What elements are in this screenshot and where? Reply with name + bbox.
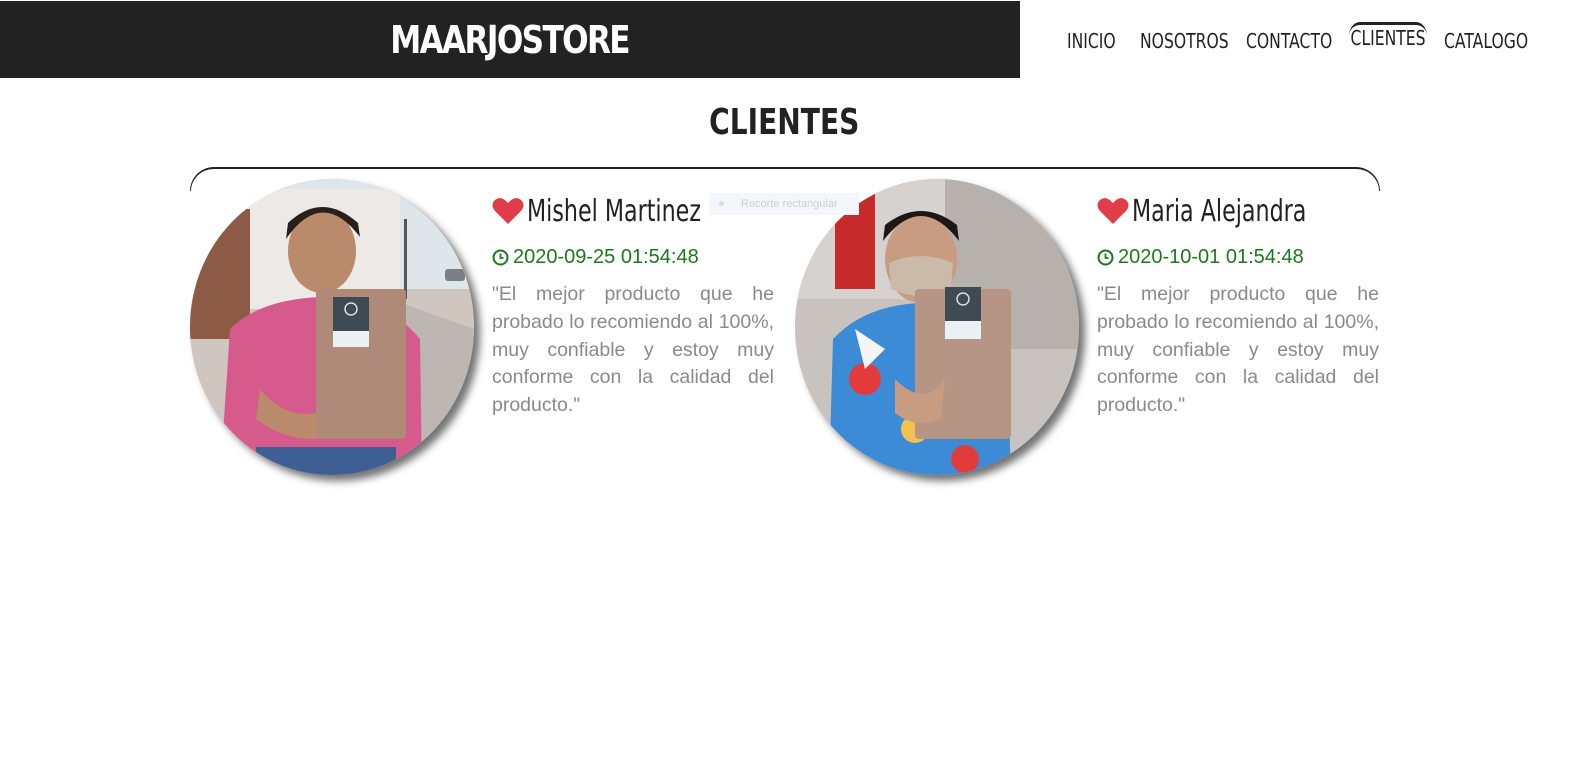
date-row: 2020-10-01 01:54:48 <box>1097 245 1379 269</box>
page-title: CLIENTES <box>0 102 1568 143</box>
review-quote: "El mejor producto que he probado lo rec… <box>492 283 774 417</box>
testimonial-info: Mishel Martinez 2020-09-25 01:54:48 "El … <box>492 179 774 420</box>
heart-icon <box>1097 198 1129 224</box>
nav-item-clientes[interactable]: CLIENTES <box>1349 22 1428 51</box>
customer-photo <box>795 179 1079 475</box>
nav-item-catalogo[interactable]: CATALOGO <box>1444 28 1528 54</box>
snip-tool-overlay: Recorte rectangular <box>709 193 859 215</box>
heart-icon <box>492 198 524 224</box>
review-quote: "El mejor producto que he probado lo rec… <box>1097 283 1379 417</box>
page-title-text: CLIENTES <box>708 102 860 143</box>
nav-item-inicio[interactable]: INICIO <box>1067 28 1116 54</box>
brand-logo[interactable]: MAARJOSTORE <box>391 18 631 62</box>
testimonial-card: Maria Alejandra 2020-10-01 01:54:48 "El … <box>795 179 1385 479</box>
nav-item-nosotros[interactable]: NOSOTROS <box>1140 28 1229 54</box>
customer-name: Mishel Martinez <box>527 193 701 229</box>
clock-icon <box>1097 249 1114 265</box>
review-date: 2020-09-25 01:54:48 <box>513 245 699 268</box>
customer-photo-image <box>795 179 1079 475</box>
nav-item-contacto[interactable]: CONTACTO <box>1246 28 1332 54</box>
customer-photo <box>190 179 474 475</box>
review-date: 2020-10-01 01:54:48 <box>1118 245 1304 268</box>
testimonial-info: Maria Alejandra 2020-10-01 01:54:48 "El … <box>1097 179 1379 420</box>
brand-block: MAARJOSTORE <box>0 1 1020 78</box>
customer-photo-image <box>190 179 474 475</box>
customer-name: Maria Alejandra <box>1132 193 1307 229</box>
main-nav: INICIO NOSOTROS CONTACTO CLIENTES CATALO… <box>1020 0 1582 78</box>
clock-icon <box>492 249 509 265</box>
top-bar: MAARJOSTORE INICIO NOSOTROS CONTACTO CLI… <box>0 0 1582 78</box>
testimonial-card: Mishel Martinez 2020-09-25 01:54:48 "El … <box>190 179 780 479</box>
name-row: Maria Alejandra <box>1097 179 1379 243</box>
date-row: 2020-09-25 01:54:48 <box>492 245 774 269</box>
